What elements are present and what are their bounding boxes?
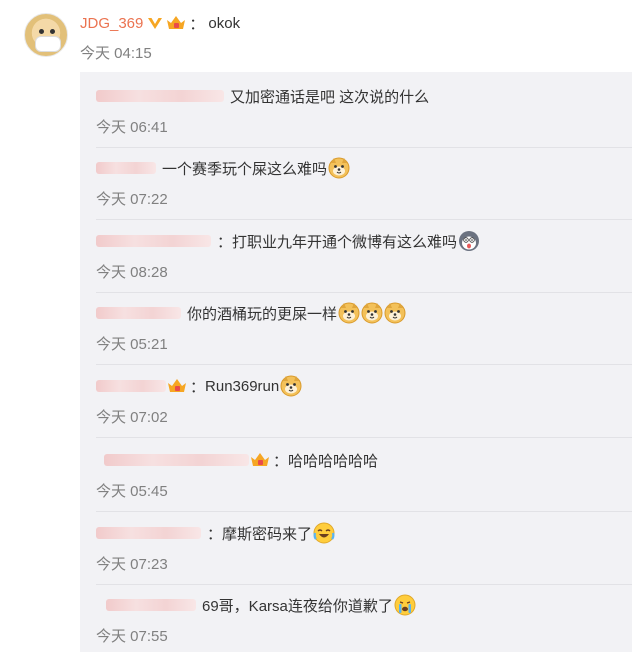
doge-emoji xyxy=(361,302,383,324)
reply-line: 你的酒桶玩的更屎一样 xyxy=(96,301,406,325)
reply-time: 今天 06:41 xyxy=(96,119,168,136)
redacted-username[interactable] xyxy=(96,307,181,319)
redacted-username[interactable] xyxy=(96,90,224,102)
redacted-username[interactable] xyxy=(96,162,156,174)
reply-line: ：打职业九年开通个微博有这么难吗 xyxy=(96,229,480,253)
avatar-eye xyxy=(39,29,44,34)
reply-separator: ： xyxy=(273,452,289,470)
reply-line: ：摩斯密码来了 xyxy=(96,521,335,545)
reply-time: 今天 07:22 xyxy=(96,191,168,208)
reply-divider xyxy=(96,437,632,438)
reply-divider xyxy=(96,147,632,148)
reply-text: 摩斯密码来了 xyxy=(222,525,313,543)
laughing-tears-emoji xyxy=(313,522,335,544)
reply-time: 今天 05:45 xyxy=(96,483,168,500)
verified-v-icon xyxy=(147,15,163,31)
reply-divider xyxy=(96,292,632,293)
reply-time: 今天 05:21 xyxy=(96,336,168,353)
redacted-username[interactable] xyxy=(106,599,196,611)
redacted-username[interactable] xyxy=(104,454,249,466)
reply-time: 今天 07:23 xyxy=(96,556,168,573)
shocked-husky-emoji xyxy=(458,230,480,252)
avatar-eye xyxy=(50,29,55,34)
redacted-username[interactable] xyxy=(96,527,201,539)
reply-text: 一个赛季玩个屎这么难吗 xyxy=(162,160,328,178)
redacted-username[interactable] xyxy=(96,380,166,392)
vip-crown-icon xyxy=(249,451,271,469)
main-comment-time: 今天 04:15 xyxy=(80,45,152,62)
doge-emoji xyxy=(384,302,406,324)
reply-line: ： Run369run xyxy=(96,374,302,398)
main-comment-text: okok xyxy=(208,14,241,32)
reply-separator: ： xyxy=(217,233,233,251)
reply-text: 哈哈哈哈哈哈 xyxy=(288,452,379,470)
doge-emoji xyxy=(280,375,302,397)
reply-divider xyxy=(96,219,632,220)
reply-time: 今天 07:55 xyxy=(96,628,168,645)
reply-line: ：哈哈哈哈哈哈 xyxy=(96,448,378,472)
doge-emoji xyxy=(328,157,350,179)
crying-emoji xyxy=(394,594,416,616)
reply-separator: ： xyxy=(207,525,223,543)
user-avatar[interactable] xyxy=(24,13,68,57)
reply-text: Run369run xyxy=(205,377,280,395)
main-comment-line: JDG_369 ： okok xyxy=(80,12,240,34)
reply-separator: ： xyxy=(190,378,206,396)
reply-divider xyxy=(96,584,632,585)
username-link[interactable]: JDG_369 xyxy=(80,15,143,32)
reply-time: 今天 08:28 xyxy=(96,264,168,281)
reply-text: 打职业九年开通个微博有这么难吗 xyxy=(232,233,458,251)
reply-divider xyxy=(96,364,632,365)
avatar-mask xyxy=(35,36,61,52)
reply-line: 一个赛季玩个屎这么难吗 xyxy=(96,156,350,180)
redacted-username[interactable] xyxy=(96,235,211,247)
reply-line: 又加密通话是吧 这次说的什么 xyxy=(96,84,429,108)
reply-divider xyxy=(96,511,632,512)
comment-separator: ： xyxy=(189,15,205,33)
reply-text: 又加密通话是吧 这次说的什么 xyxy=(230,88,430,106)
reply-line: 69哥，Karsa连夜给你道歉了 xyxy=(96,593,416,617)
vip-crown-icon xyxy=(166,377,188,395)
doge-emoji xyxy=(338,302,360,324)
reply-text: 69哥，Karsa连夜给你道歉了 xyxy=(202,597,393,615)
reply-text: 你的酒桶玩的更屎一样 xyxy=(187,305,338,323)
reply-time: 今天 07:02 xyxy=(96,409,168,426)
vip-crown-icon xyxy=(165,14,187,32)
